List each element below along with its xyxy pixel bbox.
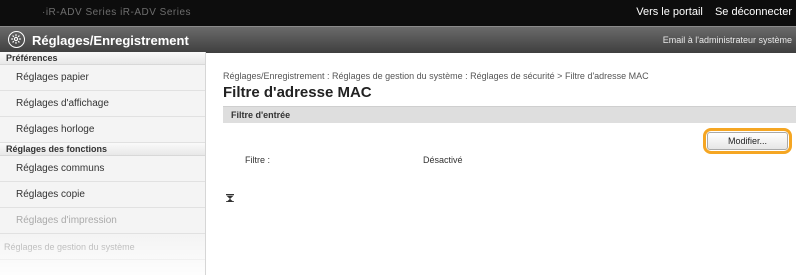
filter-value: Désactivé	[423, 155, 463, 165]
sidebar-item-clock-settings[interactable]: Réglages horloge	[0, 117, 205, 143]
device-name: ·iR-ADV Series iR-ADV Series	[42, 7, 192, 18]
top-bar: ·iR-ADV Series iR-ADV Series Vers le por…	[0, 0, 796, 26]
app-title: Réglages/Enregistrement	[32, 33, 189, 48]
title-bar: Réglages/Enregistrement Email à l'admini…	[0, 26, 796, 53]
settings-gear-icon	[8, 31, 25, 48]
top-links: Vers le portail Se déconnecter	[627, 6, 792, 18]
sidebar-item-system-management[interactable]: Réglages de gestion du système	[0, 234, 205, 260]
page-title: Filtre d'adresse MAC	[223, 84, 372, 101]
logout-link[interactable]: Se déconnecter	[715, 6, 792, 18]
sidebar-item-print-settings[interactable]: Réglages d'impression	[0, 208, 205, 234]
breadcrumb: Réglages/Enregistrement : Réglages de ge…	[223, 71, 649, 81]
edit-button[interactable]: Modifier...	[707, 132, 788, 150]
portal-link[interactable]: Vers le portail	[636, 6, 703, 18]
scroll-to-top-icon[interactable]	[226, 189, 234, 202]
sidebar-section-function-settings: Réglages des fonctions	[0, 143, 205, 156]
email-admin-link[interactable]: Email à l'administrateur système	[663, 35, 792, 45]
section-header-input-filter: Filtre d'entrée	[223, 106, 796, 123]
sidebar: Préférences Réglages papier Réglages d'a…	[0, 52, 206, 275]
sidebar-item-paper-settings[interactable]: Réglages papier	[0, 65, 205, 91]
sidebar-section-preferences: Préférences	[0, 52, 205, 65]
sidebar-item-copy-settings[interactable]: Réglages copie	[0, 182, 205, 208]
sidebar-item-common-settings[interactable]: Réglages communs	[0, 156, 205, 182]
filter-label: Filtre :	[245, 155, 271, 165]
sidebar-item-display-settings[interactable]: Réglages d'affichage	[0, 91, 205, 117]
